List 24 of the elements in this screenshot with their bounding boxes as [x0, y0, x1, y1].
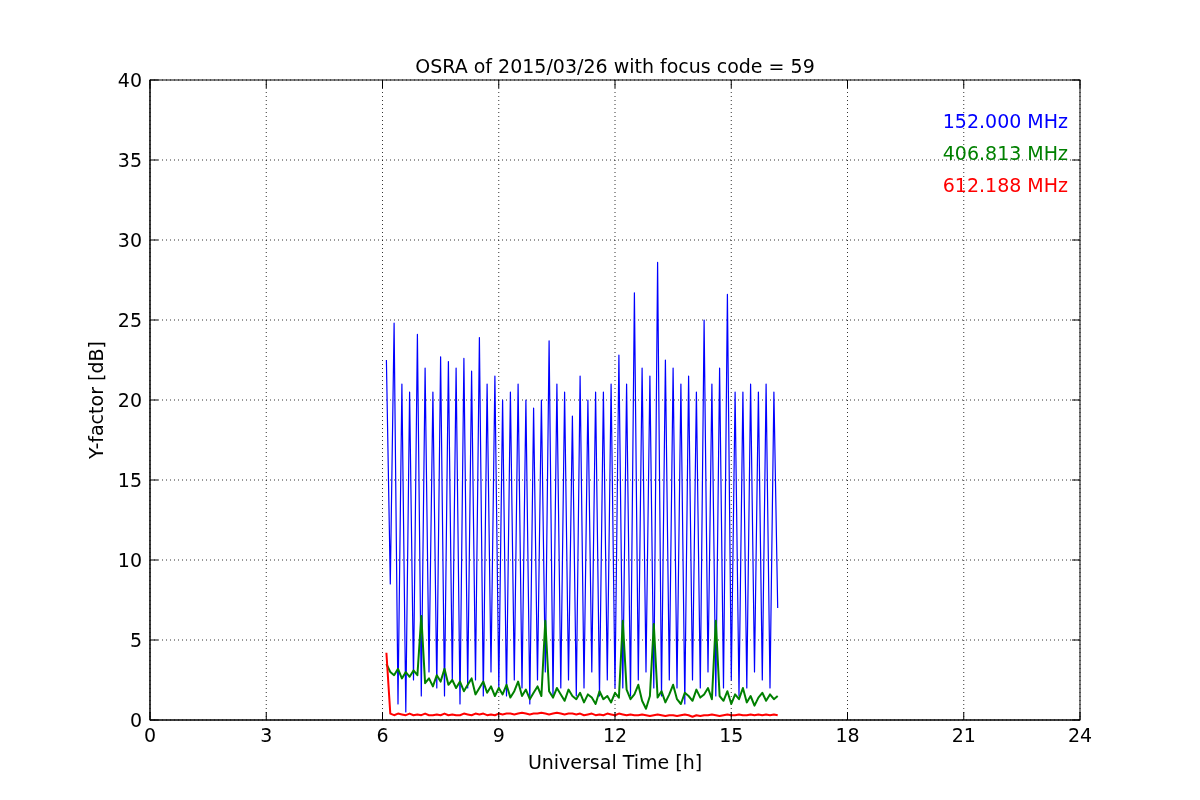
tick-label: 5 [129, 629, 142, 651]
x-axis-label: Universal Time [h] [527, 751, 703, 773]
tick-label: 3 [260, 724, 273, 746]
tick-label: 15 [719, 724, 744, 746]
tick-label: 9 [492, 724, 505, 746]
legend-label: 152.000 MHz [942, 110, 1068, 132]
legend-label: 406.813 MHz [942, 142, 1068, 164]
tick-label: 30 [117, 229, 142, 251]
tick-label: 15 [117, 469, 142, 491]
tick-label: 21 [951, 724, 976, 746]
tick-label: 25 [117, 309, 142, 331]
tick-label: 18 [835, 724, 860, 746]
tick-label: 0 [129, 709, 142, 731]
tick-label: 12 [602, 724, 628, 746]
y-axis-label: Y-factor [dB] [85, 341, 107, 459]
tick-label: 6 [376, 724, 389, 746]
tick-label: 24 [1067, 724, 1093, 746]
tick-label: 20 [117, 389, 142, 411]
tick-label: 10 [117, 549, 142, 571]
legend-label: 612.188 MHz [942, 174, 1068, 196]
chart-title: OSRA of 2015/03/26 with focus code = 59 [415, 55, 815, 77]
tick-label: 0 [143, 724, 157, 746]
tick-label: 35 [117, 149, 142, 171]
tick-label: 40 [117, 69, 142, 91]
